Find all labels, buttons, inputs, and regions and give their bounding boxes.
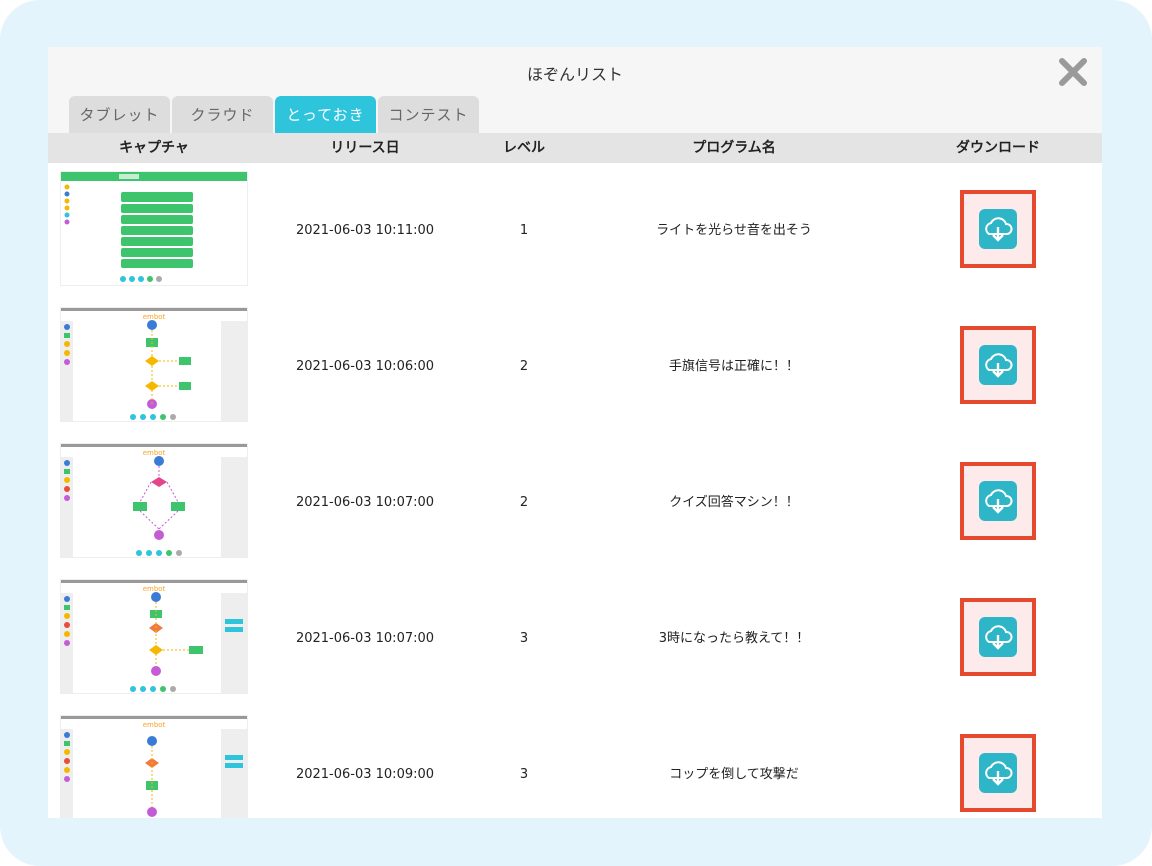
release-date: 2021-06-03 10:11:00 bbox=[295, 223, 435, 238]
column-program-name: プログラム名 bbox=[692, 140, 776, 156]
program-name: コップを倒して攻撃だ bbox=[669, 767, 799, 782]
thumb-brand: embot bbox=[143, 721, 166, 729]
tab-totteoki[interactable]: とっておき bbox=[275, 96, 376, 133]
download-button[interactable] bbox=[960, 734, 1036, 812]
tab-cloud[interactable]: クラウド bbox=[172, 96, 273, 133]
cloud-download-icon bbox=[979, 345, 1017, 385]
tab-tablet[interactable]: タブレット bbox=[69, 96, 170, 133]
program-name: 3時になったら教えて！！ bbox=[658, 631, 810, 646]
cloud-download-icon bbox=[979, 753, 1017, 793]
cloud-download-icon bbox=[979, 481, 1017, 521]
tab-contest[interactable]: コンテスト bbox=[378, 96, 479, 133]
program-thumbnail: embot bbox=[61, 716, 247, 818]
dialog-title: ほぞんリスト bbox=[526, 65, 623, 84]
level: 1 bbox=[519, 223, 529, 238]
table-row[interactable]: embot bbox=[48, 707, 1102, 818]
release-date: 2021-06-03 10:09:00 bbox=[295, 767, 435, 782]
program-name: クイズ回答マシン！！ bbox=[669, 495, 799, 510]
thumb-brand: embot bbox=[143, 449, 166, 457]
table-header: キャプチャ リリース日 レベル プログラム名 ダウンロード bbox=[48, 133, 1102, 163]
column-level: レベル bbox=[503, 140, 545, 156]
table-row[interactable]: embot bbox=[48, 299, 1102, 435]
cloud-download-icon bbox=[979, 617, 1017, 657]
table-row[interactable]: embot bbox=[48, 435, 1102, 571]
level: 3 bbox=[519, 767, 529, 782]
table-body: 2021-06-03 10:11:00 1 ライトを光らせ音を出そう embot bbox=[48, 163, 1102, 818]
dialog-header: ほぞんリスト タブレット クラウド とっておき コンテスト bbox=[48, 47, 1102, 133]
program-name: 手旗信号は正確に！！ bbox=[668, 359, 800, 374]
release-date: 2021-06-03 10:07:00 bbox=[295, 495, 435, 510]
program-thumbnail: embot bbox=[61, 580, 247, 693]
level: 3 bbox=[519, 631, 529, 646]
cloud-download-icon bbox=[979, 209, 1017, 249]
save-list-dialog: ほぞんリスト タブレット クラウド とっておき コンテスト キャプチャ リリース… bbox=[48, 47, 1102, 818]
column-release-date: リリース日 bbox=[330, 140, 400, 156]
program-thumbnail: embot bbox=[61, 308, 247, 421]
column-capture: キャプチャ bbox=[119, 140, 189, 156]
table-row[interactable]: embot bbox=[48, 571, 1102, 707]
close-button[interactable] bbox=[1056, 55, 1090, 89]
thumb-brand: embot bbox=[143, 585, 166, 593]
download-button[interactable] bbox=[960, 598, 1036, 676]
app-frame: ほぞんリスト タブレット クラウド とっておき コンテスト キャプチャ リリース… bbox=[0, 0, 1152, 866]
program-thumbnail: embot bbox=[61, 444, 247, 557]
download-button[interactable] bbox=[960, 326, 1036, 404]
program-name: ライトを光らせ音を出そう bbox=[656, 223, 812, 238]
close-icon bbox=[1059, 58, 1087, 86]
release-date: 2021-06-03 10:06:00 bbox=[295, 359, 435, 374]
download-button[interactable] bbox=[960, 462, 1036, 540]
column-download: ダウンロード bbox=[956, 140, 1040, 156]
program-thumbnail bbox=[61, 172, 247, 285]
level: 2 bbox=[519, 359, 529, 374]
release-date: 2021-06-03 10:07:00 bbox=[295, 631, 435, 646]
table-row[interactable]: 2021-06-03 10:11:00 1 ライトを光らせ音を出そう bbox=[48, 163, 1102, 299]
download-button[interactable] bbox=[960, 190, 1036, 268]
thumb-brand: embot bbox=[143, 313, 166, 321]
level: 2 bbox=[519, 495, 529, 510]
